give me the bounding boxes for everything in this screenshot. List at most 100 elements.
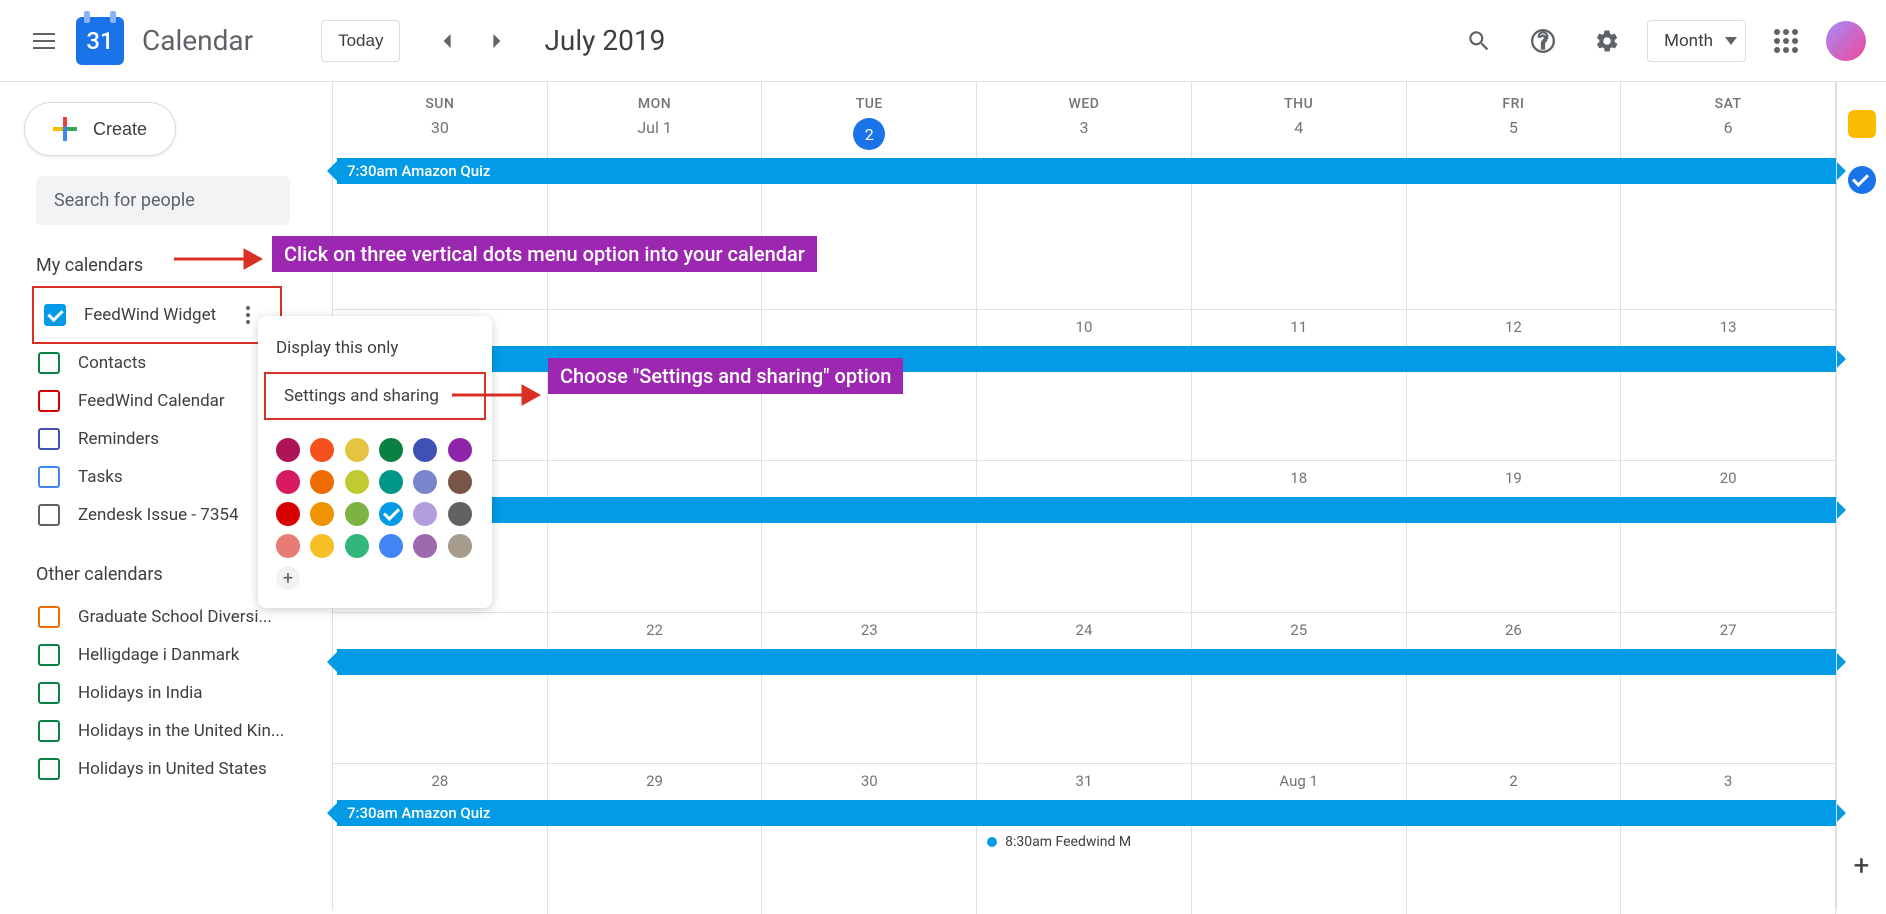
- color-swatch[interactable]: [310, 470, 334, 494]
- multi-day-event[interactable]: [337, 497, 1836, 523]
- date-number[interactable]: 4: [1192, 118, 1406, 137]
- keep-addon-icon[interactable]: [1848, 110, 1876, 138]
- color-swatch[interactable]: [413, 470, 437, 494]
- color-swatch[interactable]: [379, 470, 403, 494]
- help-button[interactable]: [1519, 17, 1567, 65]
- calendar-checkbox[interactable]: [38, 606, 60, 628]
- color-swatch[interactable]: [379, 534, 403, 558]
- today-button[interactable]: Today: [321, 20, 400, 62]
- day-cell[interactable]: 29: [548, 764, 763, 914]
- calendar-checkbox[interactable]: [38, 352, 60, 374]
- calendar-item[interactable]: FeedWind Widget: [40, 294, 274, 336]
- color-swatch[interactable]: [448, 534, 472, 558]
- next-button[interactable]: [476, 21, 516, 61]
- color-swatch[interactable]: [276, 470, 300, 494]
- date-number[interactable]: 2: [853, 118, 885, 150]
- add-addon-button[interactable]: +: [1854, 849, 1870, 882]
- color-swatch[interactable]: [413, 534, 437, 558]
- main-menu-button[interactable]: [20, 17, 68, 65]
- annotation-top: Click on three vertical dots menu option…: [272, 236, 817, 272]
- view-selector[interactable]: Month: [1647, 20, 1746, 62]
- day-cell[interactable]: 27: [1621, 613, 1836, 763]
- calendar-name: FeedWind Widget: [84, 305, 216, 325]
- calendar-item[interactable]: Holidays in United States: [0, 750, 330, 788]
- color-swatch[interactable]: [310, 534, 334, 558]
- calendar-checkbox[interactable]: [38, 720, 60, 742]
- menu-display-only[interactable]: Display this only: [258, 326, 492, 370]
- multi-day-event[interactable]: [337, 649, 1836, 675]
- date-number[interactable]: 5: [1407, 118, 1621, 137]
- color-swatch[interactable]: [413, 438, 437, 462]
- calendar-checkbox[interactable]: [38, 428, 60, 450]
- calendar-options-menu[interactable]: [242, 302, 254, 328]
- color-swatch[interactable]: [448, 438, 472, 462]
- day-cell[interactable]: 22: [548, 613, 763, 763]
- day-cell[interactable]: 18: [1192, 461, 1407, 611]
- color-swatch[interactable]: [345, 502, 369, 526]
- calendar-name: Helligdage i Danmark: [78, 645, 239, 665]
- day-name-label: WED: [977, 96, 1191, 112]
- day-cell[interactable]: 20: [1621, 461, 1836, 611]
- calendar-checkbox[interactable]: [38, 466, 60, 488]
- calendar-item[interactable]: Helligdage i Danmark: [0, 636, 330, 674]
- date-number[interactable]: 6: [1621, 118, 1835, 137]
- multi-day-event[interactable]: 7:30am Amazon Quiz: [337, 800, 1836, 826]
- date-number: 25: [1192, 621, 1406, 639]
- day-cell[interactable]: 28: [333, 764, 548, 914]
- color-swatch[interactable]: [448, 470, 472, 494]
- color-swatch[interactable]: [310, 438, 334, 462]
- day-cell[interactable]: [333, 613, 548, 763]
- day-cell[interactable]: 11: [1192, 310, 1407, 460]
- color-swatch[interactable]: [276, 534, 300, 558]
- prev-button[interactable]: [428, 21, 468, 61]
- color-swatch[interactable]: [448, 502, 472, 526]
- apps-button[interactable]: [1762, 17, 1810, 65]
- day-cell[interactable]: 12: [1407, 310, 1622, 460]
- color-swatch[interactable]: [276, 502, 300, 526]
- day-cell[interactable]: 3: [1621, 764, 1836, 914]
- search-people-input[interactable]: Search for people: [36, 176, 290, 225]
- color-swatch[interactable]: [345, 470, 369, 494]
- calendar-checkbox[interactable]: [38, 644, 60, 666]
- calendar-item[interactable]: Holidays in the United Kin...: [0, 712, 330, 750]
- day-cell[interactable]: 19: [1407, 461, 1622, 611]
- create-button[interactable]: Create: [24, 102, 176, 156]
- calendar-checkbox[interactable]: [38, 504, 60, 526]
- day-cell[interactable]: [762, 461, 977, 611]
- date-number[interactable]: 3: [977, 118, 1191, 137]
- day-cell[interactable]: 13: [1621, 310, 1836, 460]
- color-swatch[interactable]: [379, 502, 403, 526]
- multi-day-event[interactable]: 7:30am Amazon Quiz: [337, 158, 1836, 184]
- day-cell[interactable]: [548, 461, 763, 611]
- event-item[interactable]: 8:30am Feedwind M: [977, 832, 1191, 852]
- day-cell[interactable]: Aug 1: [1192, 764, 1407, 914]
- account-avatar[interactable]: [1826, 21, 1866, 61]
- color-swatch[interactable]: [379, 438, 403, 462]
- day-cell[interactable]: 318:30am Feedwind M: [977, 764, 1192, 914]
- day-name-label: TUE: [762, 96, 976, 112]
- date-number[interactable]: Jul 1: [548, 118, 762, 137]
- day-cell[interactable]: 23: [762, 613, 977, 763]
- color-swatch[interactable]: [345, 438, 369, 462]
- calendar-checkbox[interactable]: [38, 682, 60, 704]
- calendar-checkbox[interactable]: [38, 390, 60, 412]
- color-swatch[interactable]: [413, 502, 437, 526]
- calendar-item[interactable]: Holidays in India: [0, 674, 330, 712]
- settings-button[interactable]: [1583, 17, 1631, 65]
- tasks-addon-icon[interactable]: [1848, 166, 1876, 194]
- day-cell[interactable]: 24: [977, 613, 1192, 763]
- calendar-checkbox[interactable]: [44, 304, 66, 326]
- search-button[interactable]: [1455, 17, 1503, 65]
- color-swatch[interactable]: [276, 438, 300, 462]
- day-cell[interactable]: 10: [977, 310, 1192, 460]
- day-cell[interactable]: 25: [1192, 613, 1407, 763]
- day-cell[interactable]: 30: [762, 764, 977, 914]
- day-cell[interactable]: [977, 461, 1192, 611]
- day-cell[interactable]: 2: [1407, 764, 1622, 914]
- date-number[interactable]: 30: [333, 118, 547, 137]
- add-custom-color[interactable]: +: [276, 566, 300, 590]
- color-swatch[interactable]: [310, 502, 334, 526]
- calendar-checkbox[interactable]: [38, 758, 60, 780]
- day-cell[interactable]: 26: [1407, 613, 1622, 763]
- color-swatch[interactable]: [345, 534, 369, 558]
